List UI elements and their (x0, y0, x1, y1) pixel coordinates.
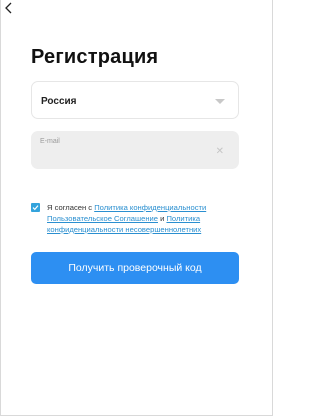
agreement-prefix: Я согласен с (47, 203, 95, 212)
country-value: Россия (41, 96, 77, 107)
close-icon[interactable]: ✕ (216, 147, 224, 157)
email-field[interactable]: E-mail ✕ (31, 131, 239, 169)
email-placeholder: E-mail (40, 138, 60, 145)
country-select[interactable]: Россия (31, 81, 239, 119)
caret-down-icon (215, 99, 225, 104)
agreement-checkbox[interactable] (31, 203, 40, 212)
link-user-agreement[interactable]: Пользовательское Соглашение (47, 214, 158, 223)
chevron-left-icon (5, 2, 12, 14)
agreement-text: Я согласен с Политика конфиденциальности… (47, 202, 247, 235)
page-title: Регистрация (31, 46, 159, 68)
get-code-button[interactable]: Получить проверочный код (31, 252, 239, 284)
checkmark-icon (32, 205, 39, 211)
back-button[interactable] (4, 2, 20, 16)
link-privacy-policy[interactable]: Политика конфиденциальности (94, 203, 206, 212)
